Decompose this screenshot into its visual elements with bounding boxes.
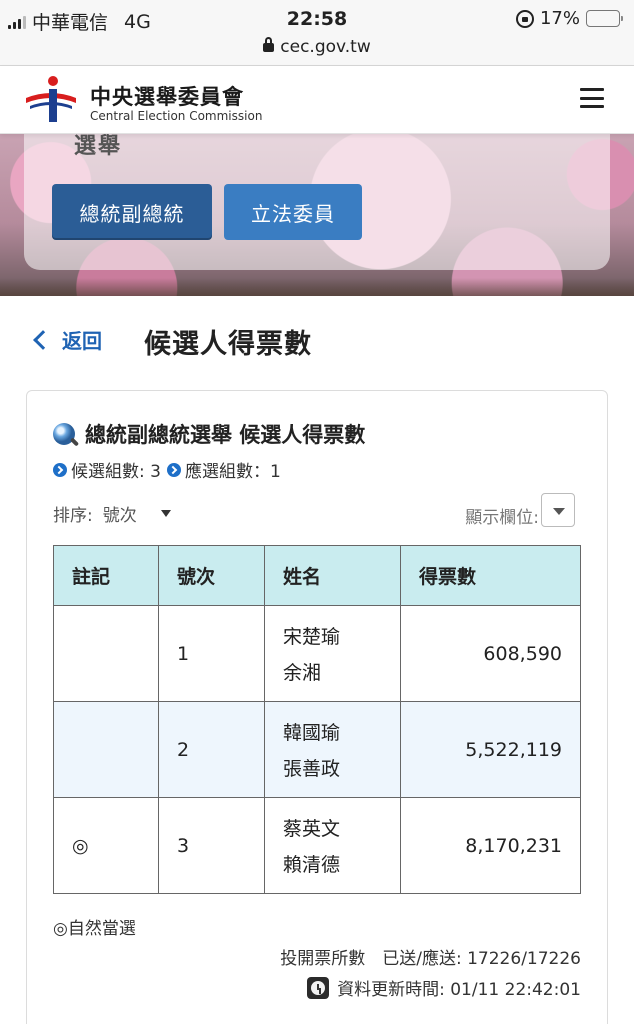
candidate-name: 蔡英文	[283, 817, 341, 840]
votes-cell: 5,522,119	[400, 701, 581, 798]
arrow-bullet-icon	[166, 462, 181, 477]
candidate-name: 宋楚瑜	[283, 625, 341, 648]
number-cell: 2	[158, 701, 265, 798]
battery-info: 17%	[515, 8, 623, 29]
back-button[interactable]: 返回	[32, 325, 102, 354]
results-card: 總統副總統選舉 候選人得票數 候選組數: 3 應選組數：1 排序: 號次 顯示欄…	[26, 390, 608, 1024]
lock-icon	[263, 37, 275, 52]
sort-value[interactable]: 號次	[103, 501, 137, 526]
table-row: 2 韓國瑜張善政 5,522,119	[53, 701, 581, 798]
site-header: 中央選舉委員會 Central Election Commission	[0, 66, 634, 134]
back-label: 返回	[62, 329, 102, 353]
chevron-left-icon	[33, 329, 53, 350]
battery-percent: 17%	[539, 8, 580, 29]
column-header-mark[interactable]: 註記	[53, 545, 159, 606]
votes-cell: 8,170,231	[400, 797, 581, 894]
name-cell: 韓國瑜 張善政	[264, 701, 401, 798]
magnifier-icon	[53, 423, 75, 445]
column-header-votes[interactable]: 得票數	[400, 545, 581, 606]
update-time-text: 資料更新時間: 01/11 22:42:01	[337, 980, 581, 1000]
number-cell: 3	[158, 797, 265, 894]
name-cell: 宋楚瑜 余湘	[264, 605, 401, 702]
running-mate-name: 余湘	[283, 661, 322, 684]
clock-icon	[307, 976, 330, 999]
candidate-groups: 候選組數: 3	[71, 462, 161, 482]
hero-banner: 選舉 總統副總統 立法委員	[0, 134, 634, 296]
column-header-number[interactable]: 號次	[158, 545, 265, 606]
presidential-election-button[interactable]: 總統副總統	[52, 184, 212, 240]
org-name-english: Central Election Commission	[90, 109, 263, 123]
sort-control[interactable]: 排序: 號次	[53, 501, 171, 526]
column-header-name[interactable]: 姓名	[264, 545, 401, 606]
rotation-lock-icon	[515, 9, 534, 28]
candidate-name: 韓國瑜	[283, 721, 341, 744]
address-bar[interactable]: cec.gov.tw	[0, 37, 634, 57]
table-row: 1 宋楚瑜余湘 608,590	[53, 605, 581, 702]
legislator-election-button[interactable]: 立法委員	[224, 184, 362, 240]
battery-icon	[586, 10, 623, 27]
running-mate-name: 張善政	[283, 757, 341, 780]
stations-reported: 投開票所數 已送/應送: 17226/17226	[280, 949, 581, 969]
elected-groups: 應選組數：1	[184, 462, 281, 482]
url-text: cec.gov.tw	[280, 37, 371, 57]
table-row: ◎ 3 蔡英文賴清德 8,170,231	[53, 797, 581, 894]
election-meta: 候選組數: 3 應選組數：1	[53, 457, 281, 482]
legend-note: ◎自然當選	[53, 919, 136, 939]
running-mate-name: 賴清德	[283, 853, 341, 876]
status-bar: 中華電信 4G 22:58 cec.gov.tw 17%	[0, 0, 634, 66]
card-title-text: 總統副總統選舉 候選人得票數	[85, 423, 366, 447]
mark-cell	[53, 701, 159, 798]
number-cell: 1	[158, 605, 265, 702]
page-title: 候選人得票數	[144, 329, 312, 360]
update-time: 資料更新時間: 01/11 22:42:01	[307, 975, 581, 1000]
arrow-bullet-icon	[53, 462, 67, 477]
votes-cell: 608,590	[400, 605, 581, 702]
mark-cell: ◎	[53, 797, 159, 894]
columns-label: 顯示欄位:	[465, 508, 539, 528]
panel-heading: 選舉	[74, 134, 123, 159]
cec-logo-icon[interactable]	[24, 74, 78, 124]
caret-down-icon[interactable]	[160, 510, 171, 517]
card-title: 總統副總統選舉 候選人得票數	[53, 419, 365, 449]
columns-dropdown-button[interactable]	[541, 493, 575, 527]
table-header-row: 註記 號次 姓名 得票數	[53, 545, 581, 606]
org-name[interactable]: 中央選舉委員會	[90, 81, 244, 111]
hamburger-menu-icon[interactable]	[580, 86, 604, 110]
mark-cell	[53, 605, 159, 702]
candidate-votes-table: 註記 號次 姓名 得票數 1 宋楚瑜余湘 608,590 2 韓國瑜張善政 5,…	[53, 545, 581, 894]
name-cell: 蔡英文 賴清德	[264, 797, 401, 894]
sort-label: 排序:	[53, 506, 93, 526]
